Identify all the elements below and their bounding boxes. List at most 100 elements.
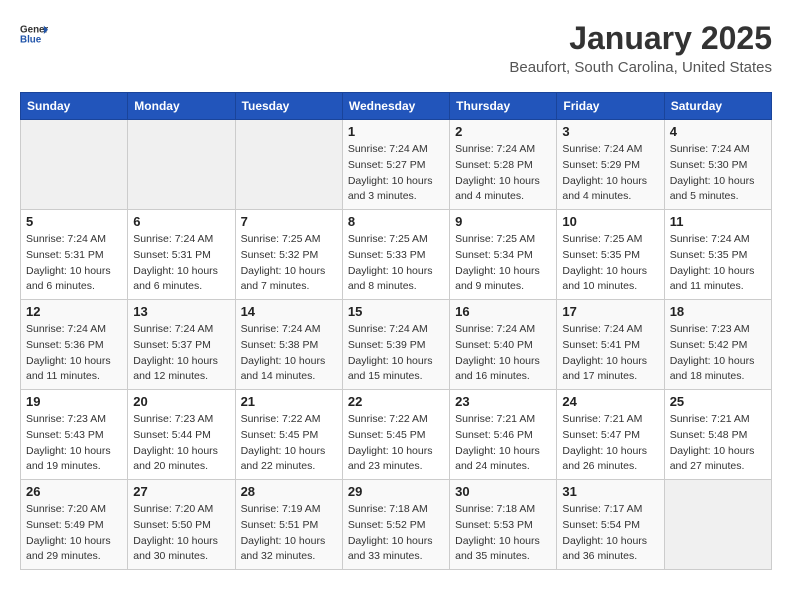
cell-sun-info: Sunrise: 7:25 AMSunset: 5:33 PMDaylight:…	[348, 232, 444, 295]
cell-sun-info: Sunrise: 7:21 AMSunset: 5:48 PMDaylight:…	[670, 412, 766, 475]
cell-day-number: 30	[455, 484, 551, 499]
cell-sun-info: Sunrise: 7:20 AM Sunset: 5:49 PM Daylight:…	[26, 502, 122, 565]
table-cell: 9Sunrise: 7:25 AMSunset: 5:34 PMDaylight…	[450, 210, 557, 300]
sunrise: Sunrise: 7:23 AM	[133, 413, 213, 425]
cell-day-number: 23	[455, 394, 551, 409]
sunrise: Sunrise: 7:20 AM	[26, 503, 106, 515]
cell-sun-info: Sunrise: 7:24 AMSunset: 5:40 PMDaylight:…	[455, 322, 551, 385]
daylight: Daylight: 10 hours and 6 minutes.	[26, 265, 111, 293]
title-block: January 2025 Beaufort, South Carolina, U…	[509, 20, 772, 76]
cell-day-number: 15	[348, 304, 444, 319]
cell-sun-info: Sunrise: 7:22 AMSunset: 5:45 PMDaylight:…	[241, 412, 337, 475]
cell-sun-info: Sunrise: 7:20 AMSunset: 5:50 PMDaylight:…	[133, 502, 229, 565]
daylight: Daylight: 10 hours and 22 minutes.	[241, 445, 326, 473]
cell-day-number: 14	[241, 304, 337, 319]
daylight: Daylight: 10 hours and 4 minutes.	[455, 175, 540, 203]
cell-sun-info: Sunrise: 7:24 AMSunset: 5:31 PMDaylight:…	[133, 232, 229, 295]
daylight: Daylight: 10 hours and 5 minutes.	[670, 175, 755, 203]
cell-day-number: 12	[26, 304, 122, 319]
sunset: Sunset: 5:37 PM	[133, 339, 211, 351]
daylight: Daylight: 10 hours and 32 minutes.	[241, 535, 326, 563]
sunset: Sunset: 5:40 PM	[455, 339, 533, 351]
sunrise: Sunrise: 7:21 AM	[562, 413, 642, 425]
calendar-title: January 2025	[509, 20, 772, 57]
table-cell: 2Sunrise: 7:24 AMSunset: 5:28 PMDaylight…	[450, 120, 557, 210]
daylight: Daylight: 10 hours and 20 minutes.	[133, 445, 218, 473]
table-cell: 11Sunrise: 7:24 AMSunset: 5:35 PMDayligh…	[664, 210, 771, 300]
header-monday: Monday	[128, 93, 235, 120]
cell-sun-info: Sunrise: 7:17 AMSunset: 5:54 PMDaylight:…	[562, 502, 658, 565]
daylight: Daylight: 10 hours and 30 minutes.	[133, 535, 218, 563]
page-header: General Blue January 2025 Beaufort, Sout…	[20, 20, 772, 76]
daylight: Daylight: 10 hours and 29 minutes.	[26, 535, 111, 563]
sunrise: Sunrise: 7:18 AM	[348, 503, 428, 515]
week-row-5: 26Sunrise: 7:20 AMSunset: 5:49 PMDayligh…	[21, 480, 772, 570]
table-cell	[128, 120, 235, 210]
daylight: Daylight: 10 hours and 23 minutes.	[348, 445, 433, 473]
daylight: Daylight: 10 hours and 6 minutes.	[133, 265, 218, 293]
daylight: Daylight: 10 hours and 8 minutes.	[348, 265, 433, 293]
header-thursday: Thursday	[450, 93, 557, 120]
table-cell	[21, 120, 128, 210]
table-cell: 5Sunrise: 7:24 AMSunset: 5:31 PMDaylight…	[21, 210, 128, 300]
table-cell: 30Sunrise: 7:18 AMSunset: 5:53 PMDayligh…	[450, 480, 557, 570]
sunrise: Sunrise: 7:23 AM	[26, 413, 106, 425]
sunrise: Sunrise: 7:22 AM	[348, 413, 428, 425]
cell-day-number: 19	[26, 394, 122, 409]
sunset: Sunset: 5:38 PM	[241, 339, 319, 351]
cell-sun-info: Sunrise: 7:24 AMSunset: 5:28 PMDaylight:…	[455, 142, 551, 205]
daylight: Daylight: 10 hours and 11 minutes.	[670, 265, 755, 293]
sunrise: Sunrise: 7:25 AM	[455, 233, 535, 245]
header-friday: Friday	[557, 93, 664, 120]
sunset: Sunset: 5:35 PM	[562, 249, 640, 261]
week-row-4: 19 Sunrise: 7:23 AM Sunset: 5:43 PM Dayligh…	[21, 390, 772, 480]
cell-sun-info: Sunrise: 7:25 AMSunset: 5:34 PMDaylight:…	[455, 232, 551, 295]
daylight: Daylight: 10 hours and 10 minutes.	[562, 265, 647, 293]
cell-sun-info: Sunrise: 7:23 AMSunset: 5:43 PMDaylight:…	[26, 412, 122, 475]
sunset: Sunset: 5:53 PM	[455, 519, 533, 531]
sunrise: Sunrise: 7:24 AM	[26, 233, 106, 245]
table-cell: 21Sunrise: 7:22 AMSunset: 5:45 PMDayligh…	[235, 390, 342, 480]
cell-day-number: 18	[670, 304, 766, 319]
sunrise: Sunrise: 7:24 AM	[670, 143, 750, 155]
header-sunday: Sunday	[21, 93, 128, 120]
cell-sun-info: Sunrise: 7:18 AMSunset: 5:53 PMDaylight:…	[455, 502, 551, 565]
table-cell: 1Sunrise: 7:24 AMSunset: 5:27 PMDaylight…	[342, 120, 449, 210]
cell-day-number: 8	[348, 214, 444, 229]
cell-sun-info: Sunrise: 7:24 AMSunset: 5:41 PMDaylight:…	[562, 322, 658, 385]
sunrise: Sunrise: 7:23 AM	[670, 323, 750, 335]
table-cell: 26Sunrise: 7:20 AMSunset: 5:49 PMDayligh…	[21, 480, 128, 570]
cell-sun-info: Sunrise: 7:24 AMSunset: 5:29 PMDaylight:…	[562, 142, 658, 205]
daylight: Daylight: 10 hours and 4 minutes.	[562, 175, 647, 203]
daylight: Daylight: 10 hours and 16 minutes.	[455, 355, 540, 383]
sunset: Sunset: 5:31 PM	[133, 249, 211, 261]
cell-day-number: 31	[562, 484, 658, 499]
sunset: Sunset: 5:42 PM	[670, 339, 748, 351]
cell-day-number: 11	[670, 214, 766, 229]
sunrise: Sunrise: 7:21 AM	[670, 413, 750, 425]
sunset: Sunset: 5:32 PM	[241, 249, 319, 261]
daylight: Daylight: 10 hours and 26 minutes.	[562, 445, 647, 473]
svg-text:Blue: Blue	[20, 34, 42, 45]
sunrise: Sunrise: 7:24 AM	[455, 143, 535, 155]
cell-sun-info: Sunrise: 7:22 AMSunset: 5:45 PMDaylight:…	[348, 412, 444, 475]
cell-sun-info: Sunrise: 7:18 AMSunset: 5:52 PMDaylight:…	[348, 502, 444, 565]
table-cell: 22Sunrise: 7:22 AMSunset: 5:45 PMDayligh…	[342, 390, 449, 480]
sunrise: Sunrise: 7:24 AM	[241, 323, 321, 335]
table-cell: 3Sunrise: 7:24 AMSunset: 5:29 PMDaylight…	[557, 120, 664, 210]
table-cell: 12Sunrise: 7:24 AMSunset: 5:36 PMDayligh…	[21, 300, 128, 390]
cell-sun-info: Sunrise: 7:19 AMSunset: 5:51 PMDaylight:…	[241, 502, 337, 565]
sunrise: Sunrise: 7:25 AM	[241, 233, 321, 245]
table-cell: 7Sunrise: 7:25 AMSunset: 5:32 PMDaylight…	[235, 210, 342, 300]
sunset: Sunset: 5:49 PM	[26, 519, 104, 531]
cell-sun-info: Sunrise: 7:23 AM Sunset: 5:44 PM Daylight:…	[133, 412, 229, 475]
sunset: Sunset: 5:36 PM	[26, 339, 104, 351]
sunrise: Sunrise: 7:18 AM	[455, 503, 535, 515]
cell-day-number: 13	[133, 304, 229, 319]
cell-day-number: 10	[562, 214, 658, 229]
logo-icon: General Blue	[20, 20, 48, 48]
daylight: Daylight: 10 hours and 24 minutes.	[455, 445, 540, 473]
sunset: Sunset: 5:44 PM	[133, 429, 211, 441]
sunset: Sunset: 5:34 PM	[455, 249, 533, 261]
sunset: Sunset: 5:43 PM	[26, 429, 104, 441]
